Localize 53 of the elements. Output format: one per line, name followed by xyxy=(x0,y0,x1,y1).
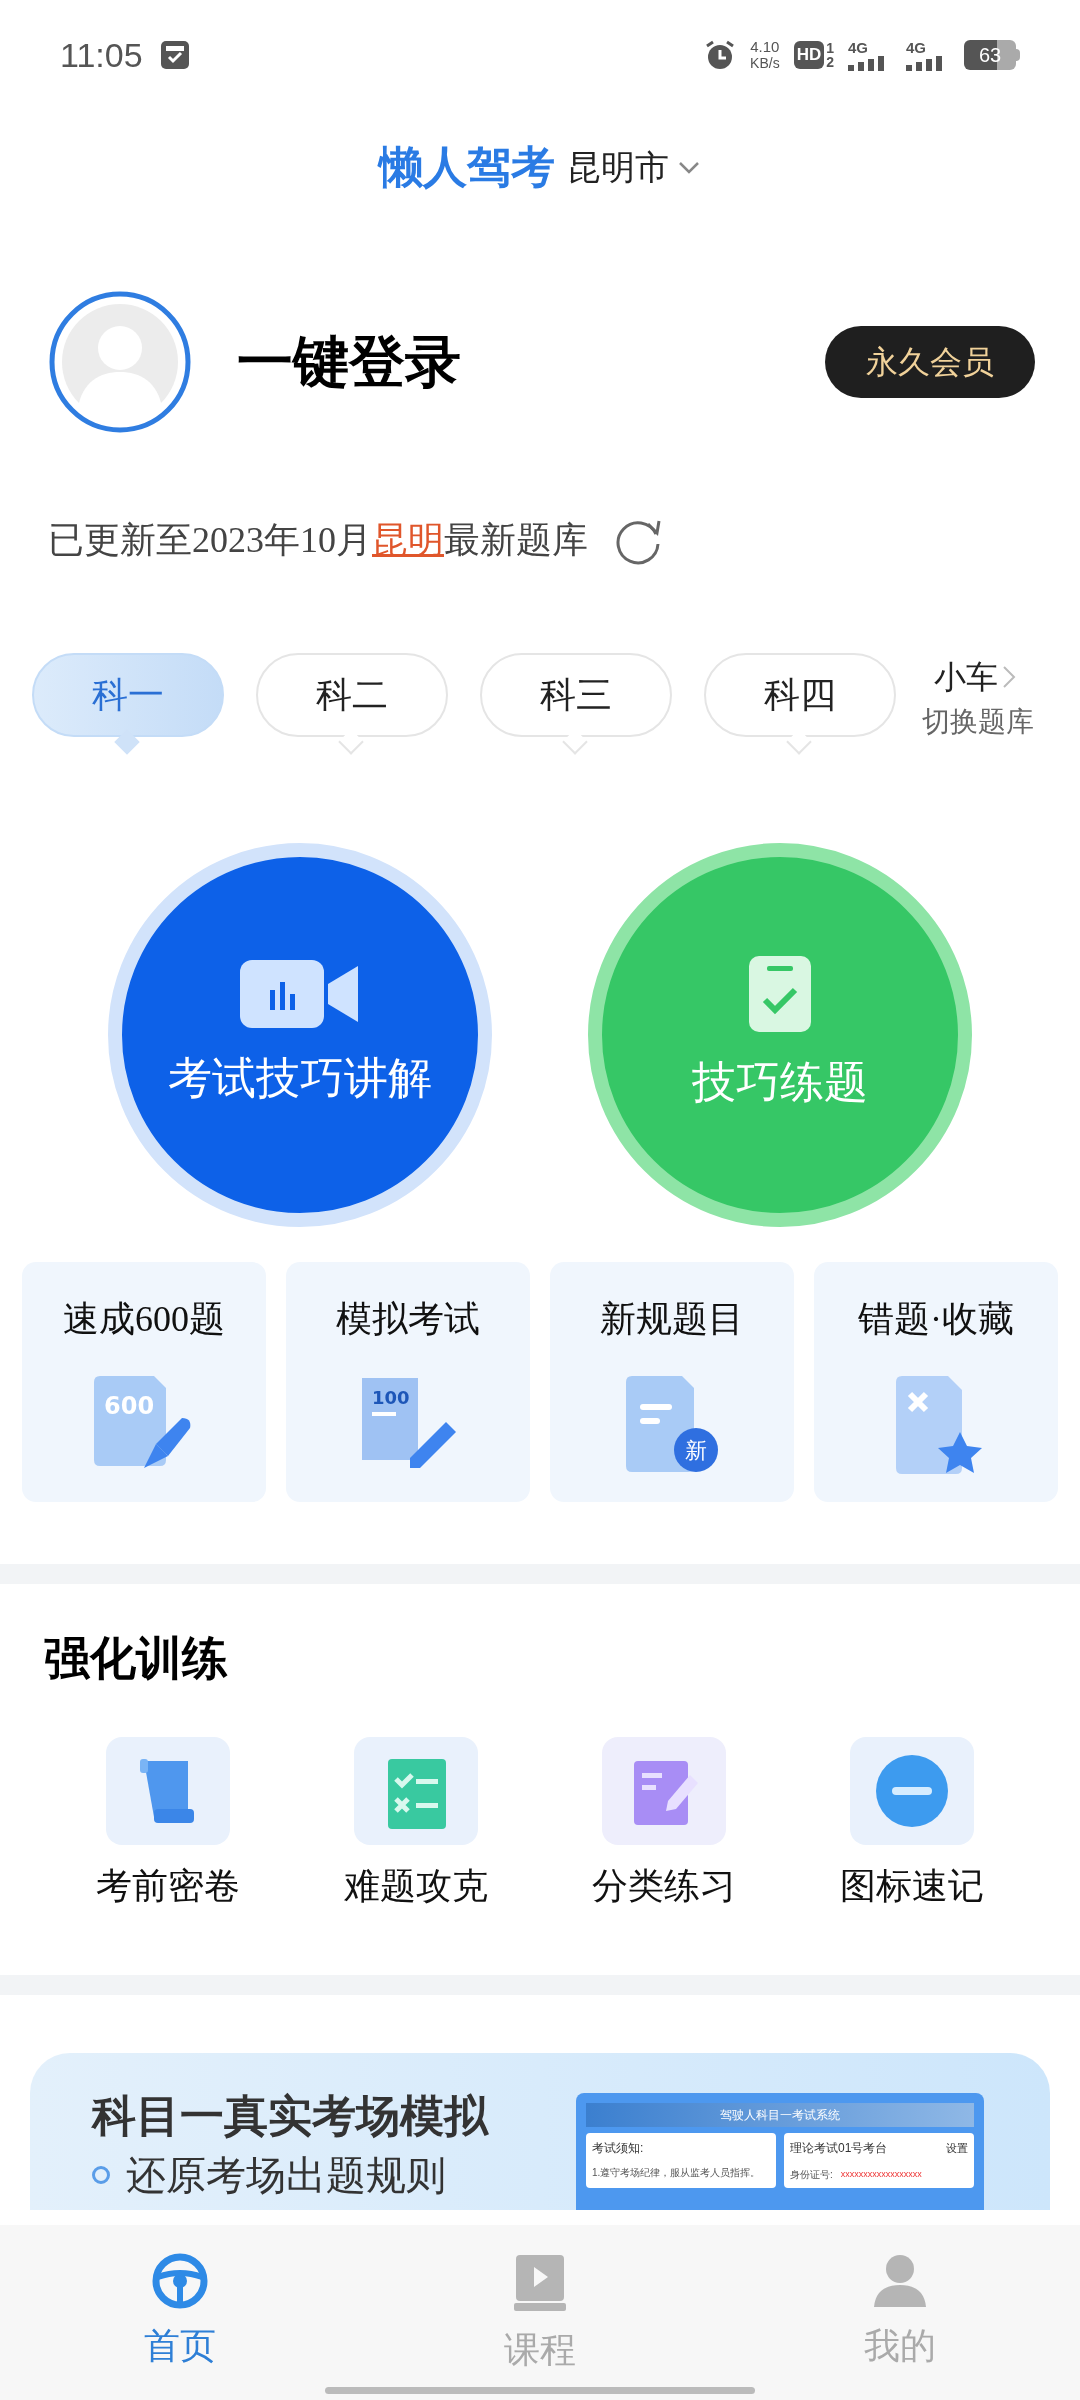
person-icon xyxy=(872,2253,928,2309)
notice-line: 1.遵守考场纪律，服从监考人员指挥。 xyxy=(592,2167,762,2179)
settings-link[interactable]: 设置 xyxy=(946,2139,968,2157)
training-item[interactable]: 分类练习 xyxy=(540,1737,788,1913)
video-camera-icon xyxy=(240,958,360,1030)
steering-wheel-icon xyxy=(152,2253,208,2309)
hd-indicator: HD xyxy=(793,41,825,69)
training-item[interactable]: 难题攻克 xyxy=(292,1737,540,1913)
edit-document-icon xyxy=(602,1737,726,1845)
city-selector[interactable]: 昆明市 xyxy=(567,142,701,193)
vip-badge[interactable]: 永久会员 xyxy=(825,326,1035,398)
checklist-icon xyxy=(354,1737,478,1845)
app-title: 懒人驾考 xyxy=(379,141,555,194)
subject-tab[interactable]: 科三 xyxy=(480,653,672,737)
station-title: 理论考试01号考台 xyxy=(790,2140,888,2157)
subject-tab[interactable]: 科一 xyxy=(32,653,224,737)
video-lesson-button[interactable]: 考试技巧讲解 xyxy=(108,843,492,1227)
network-speed: 4.10 xyxy=(750,38,780,55)
video-book-icon xyxy=(512,2253,568,2313)
network-type: 4G xyxy=(906,39,927,55)
checklist-icon xyxy=(747,954,813,1034)
section-title: 强化训练 xyxy=(44,1632,229,1686)
nav-tab[interactable]: 首页 xyxy=(80,2253,280,2373)
promo-banner[interactable]: 科目一真实考场模拟 还原考场出题规则 驾驶人科目一考试系统 考试须知: 1.遵守考场纪律，服从监考人员指挥。 理论考试01号考台 设置 身份证号: xxxxxxxxxxxxxxxxxx xyxy=(30,2053,1050,2210)
banner-title: 科目一真实考场模拟 xyxy=(92,2090,488,2142)
preview-title: 驾驶人科目一考试系统 xyxy=(720,2107,840,2124)
id-value: xxxxxxxxxxxxxxxxxx xyxy=(840,2167,922,2181)
training-item[interactable]: 图标速记 xyxy=(788,1737,1036,1913)
id-label: 身份证号: xyxy=(790,2168,833,2182)
banner-bullet: 还原考场出题规则 xyxy=(126,2153,446,2197)
bullet-icon xyxy=(92,2166,110,2184)
update-notice: 已更新至2023年10月 昆明最新题库 xyxy=(48,519,588,562)
sim-slot: 1 xyxy=(826,41,834,55)
subject-tab[interactable]: 科四 xyxy=(704,653,896,737)
feature-card[interactable]: 错题·收藏 xyxy=(814,1262,1058,1502)
vehicle-switch-link[interactable]: 小车 切换题库 xyxy=(922,653,1034,743)
feature-card[interactable]: 模拟考试 100 xyxy=(286,1262,530,1502)
notification-icon xyxy=(158,39,191,71)
chevron-right-icon xyxy=(1002,665,1016,689)
speed-unit: KB/s xyxy=(750,55,780,72)
clock-time: 11:05 xyxy=(60,34,143,76)
notice-title: 考试须知: xyxy=(592,2140,645,2157)
chevron-down-icon xyxy=(677,159,701,176)
minus-sign-icon xyxy=(850,1737,974,1845)
battery-level: 63 xyxy=(964,40,1016,70)
feature-card[interactable]: 新规题目 新 xyxy=(550,1262,794,1502)
feature-card[interactable]: 速成600题 600 xyxy=(22,1262,266,1502)
scroll-icon xyxy=(106,1737,230,1845)
network-type: 4G xyxy=(848,39,869,55)
login-button[interactable]: 一键登录 xyxy=(237,320,461,404)
subject-tab[interactable]: 科二 xyxy=(256,653,448,737)
training-item[interactable]: 考前密卷 xyxy=(44,1737,292,1913)
sim-slot: 2 xyxy=(826,55,834,69)
